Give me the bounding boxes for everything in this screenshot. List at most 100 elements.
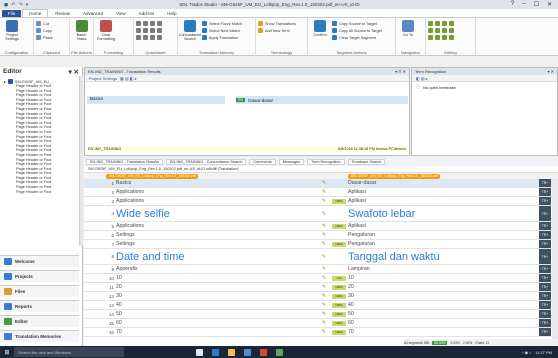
segment-source[interactable]: Settings xyxy=(116,231,135,240)
segment-target[interactable]: Swafoto lebar xyxy=(348,206,415,222)
tab-advanced[interactable]: Advanced xyxy=(77,10,109,17)
tab-addins[interactable]: Add-Ins xyxy=(133,10,161,17)
ribbon-tool-row[interactable] xyxy=(428,35,454,40)
segment-target[interactable]: Dasar-dasar xyxy=(348,179,377,188)
bottom-tab[interactable]: EN-IND_TRAINING - Concordance Search xyxy=(166,158,247,165)
tab-help[interactable]: Help xyxy=(161,10,182,17)
ribbon-tool-row[interactable] xyxy=(136,21,162,26)
copy-button[interactable]: Copy xyxy=(36,28,53,33)
segment-target[interactable]: Lampiran xyxy=(348,265,370,274)
maximize-icon[interactable]: ☐ xyxy=(534,1,539,8)
add-new-term-button[interactable]: Add New Term xyxy=(258,28,296,33)
explorer-icon[interactable] xyxy=(228,348,235,356)
segment-target[interactable]: 40 xyxy=(348,301,354,310)
navigation-side-tab[interactable] xyxy=(79,76,83,246)
segment-target[interactable]: 10 xyxy=(348,274,354,283)
select-fuzzy-match-button[interactable]: Select Fuzzy Match xyxy=(202,21,242,26)
ribbon-tool-icon[interactable] xyxy=(449,28,454,33)
ribbon-tool-icon[interactable] xyxy=(449,35,454,40)
term-toolbar-icons[interactable]: ◧ ▤ ▸ xyxy=(416,76,428,81)
segment-row[interactable]: 12 30 ✎ 100% 30 TR+ xyxy=(84,292,552,301)
segment-row[interactable]: 16 70 ✎ 100% 70 TR+ xyxy=(84,328,552,337)
clock[interactable]: 11:37 PM xyxy=(535,350,552,355)
segment-target[interactable]: 30 xyxy=(348,292,354,301)
tree-item[interactable]: Page Header or Foot xyxy=(0,190,82,195)
result-target[interactable]: EN Dasar-dasar xyxy=(236,96,408,104)
segment-source[interactable]: 40 xyxy=(116,301,122,310)
help-icon[interactable]: ? xyxy=(511,1,514,8)
ribbon-tool-icon[interactable] xyxy=(150,21,155,26)
nav-projects[interactable]: Projects xyxy=(0,270,79,282)
segment-row[interactable]: 13 40 ✎ 100% 40 TR+ xyxy=(84,301,552,310)
apply-translation-button[interactable]: Apply Translation xyxy=(202,35,242,40)
task-view-icon[interactable] xyxy=(196,348,203,356)
bottom-tab[interactable]: Messages xyxy=(278,158,305,165)
segment-source[interactable]: Appendix xyxy=(116,265,138,274)
segment-target[interactable]: 70 xyxy=(348,328,354,337)
nav-files[interactable]: Files xyxy=(0,285,79,297)
show-translations-button[interactable]: Show Translations xyxy=(258,21,296,26)
segment-source[interactable]: Wide selfie xyxy=(116,206,170,222)
minimize-icon[interactable]: – xyxy=(522,1,525,8)
nav-editor[interactable]: Editor xyxy=(0,315,79,327)
ribbon-tool-icon[interactable] xyxy=(428,21,433,26)
segment-target[interactable]: Pengaturan xyxy=(348,240,375,249)
ribbon-tool-row[interactable] xyxy=(136,35,162,40)
ribbon-tool-icon[interactable] xyxy=(428,28,433,33)
paste-button[interactable]: Paste xyxy=(36,35,53,40)
ribbon-tool-row[interactable] xyxy=(428,21,454,26)
ribbon-tool-icon[interactable] xyxy=(449,21,454,26)
segment-target[interactable]: Aplikasi xyxy=(348,197,366,206)
segment-source[interactable]: Applications xyxy=(116,188,144,197)
segment-row[interactable]: 4 Wide selfie ✎ Swafoto lebar TR+ xyxy=(84,206,552,222)
quick-access-icon[interactable]: ◼ xyxy=(4,2,8,8)
segment-row[interactable]: 10 10 ✎ CM 10 TR+ xyxy=(84,274,552,283)
segment-source[interactable]: 60 xyxy=(116,319,122,328)
ribbon-tool-icon[interactable] xyxy=(136,35,141,40)
segment-row[interactable]: 8 Date and time ✎ Tanggal dan waktu TR+ xyxy=(84,249,552,265)
close-icon[interactable]: ✕ xyxy=(547,1,552,8)
ribbon-tool-icon[interactable] xyxy=(136,28,141,33)
segment-source[interactable]: Date and time xyxy=(116,249,184,265)
segment-row[interactable]: 2 Applications ✎ Aplikasi TR+ xyxy=(84,188,552,197)
ribbon-tool-row[interactable] xyxy=(136,28,162,33)
bottom-tab[interactable]: EN-IND_TRAINING - Translation Results xyxy=(86,158,163,165)
segment-row[interactable]: 7 Settings ✎ 100% Pengaturan TR+ xyxy=(84,240,552,249)
ribbon-tool-icon[interactable] xyxy=(435,35,440,40)
segment-source[interactable]: Basics xyxy=(116,179,131,188)
segment-row[interactable]: 1 Basics ✎ Dasar-dasar TR+ xyxy=(84,179,552,188)
ribbon-tool-icon[interactable] xyxy=(428,35,433,40)
cut-button[interactable]: Cut xyxy=(36,21,53,26)
segment-row[interactable]: 11 20 ✎ 100% 20 TR+ xyxy=(84,283,552,292)
ribbon-tool-icon[interactable] xyxy=(435,28,440,33)
ribbon-tool-icon[interactable] xyxy=(143,35,148,40)
segment-row[interactable]: 14 50 ✎ 100% 50 TR+ xyxy=(84,310,552,319)
ribbon-tool-icon[interactable] xyxy=(143,28,148,33)
segment-row[interactable]: 3 Applications ✎ 100% Aplikasi TR+ xyxy=(84,197,552,206)
ribbon-tool-icon[interactable] xyxy=(150,35,155,40)
segment-source[interactable]: Settings xyxy=(116,240,135,249)
document-tab[interactable]: SM-G925F_UM_EU_Lollipop_Eng_Rev.1.0_1503… xyxy=(84,166,558,173)
segment-row[interactable]: 15 60 ✎ 100% 60 TR+ xyxy=(84,319,552,328)
segment-row[interactable]: 6 Settings ✎ Pengaturan TR+ xyxy=(84,231,552,240)
segment-source[interactable]: 30 xyxy=(116,292,122,301)
tab-home[interactable]: Home xyxy=(22,9,49,17)
segment-source[interactable]: 50 xyxy=(116,310,122,319)
segment-target[interactable]: 60 xyxy=(348,319,354,328)
quick-access-icon[interactable]: ↶ xyxy=(11,2,15,8)
ribbon-tool-icon[interactable] xyxy=(157,28,162,33)
bottom-tab[interactable]: Term Recognition xyxy=(307,158,345,165)
segment-source[interactable]: Applications xyxy=(116,222,144,231)
tab-file[interactable]: File xyxy=(2,10,22,17)
ribbon-tool-icon[interactable] xyxy=(435,21,440,26)
app-icon[interactable] xyxy=(276,348,283,356)
grid-scrollbar[interactable] xyxy=(552,179,558,346)
ribbon-tool-icon[interactable] xyxy=(157,21,162,26)
edge-icon[interactable] xyxy=(212,348,219,356)
nav-reports[interactable]: Reports xyxy=(0,300,79,312)
segment-row[interactable]: 9 Appendix ✎ Lampiran TR+ xyxy=(84,265,552,274)
ribbon-tool-icon[interactable] xyxy=(442,21,447,26)
tab-review[interactable]: Review xyxy=(49,10,76,17)
taskbar-search[interactable]: Search the web and Windows xyxy=(14,347,124,357)
project-settings-link[interactable]: Project Settings xyxy=(89,76,117,81)
